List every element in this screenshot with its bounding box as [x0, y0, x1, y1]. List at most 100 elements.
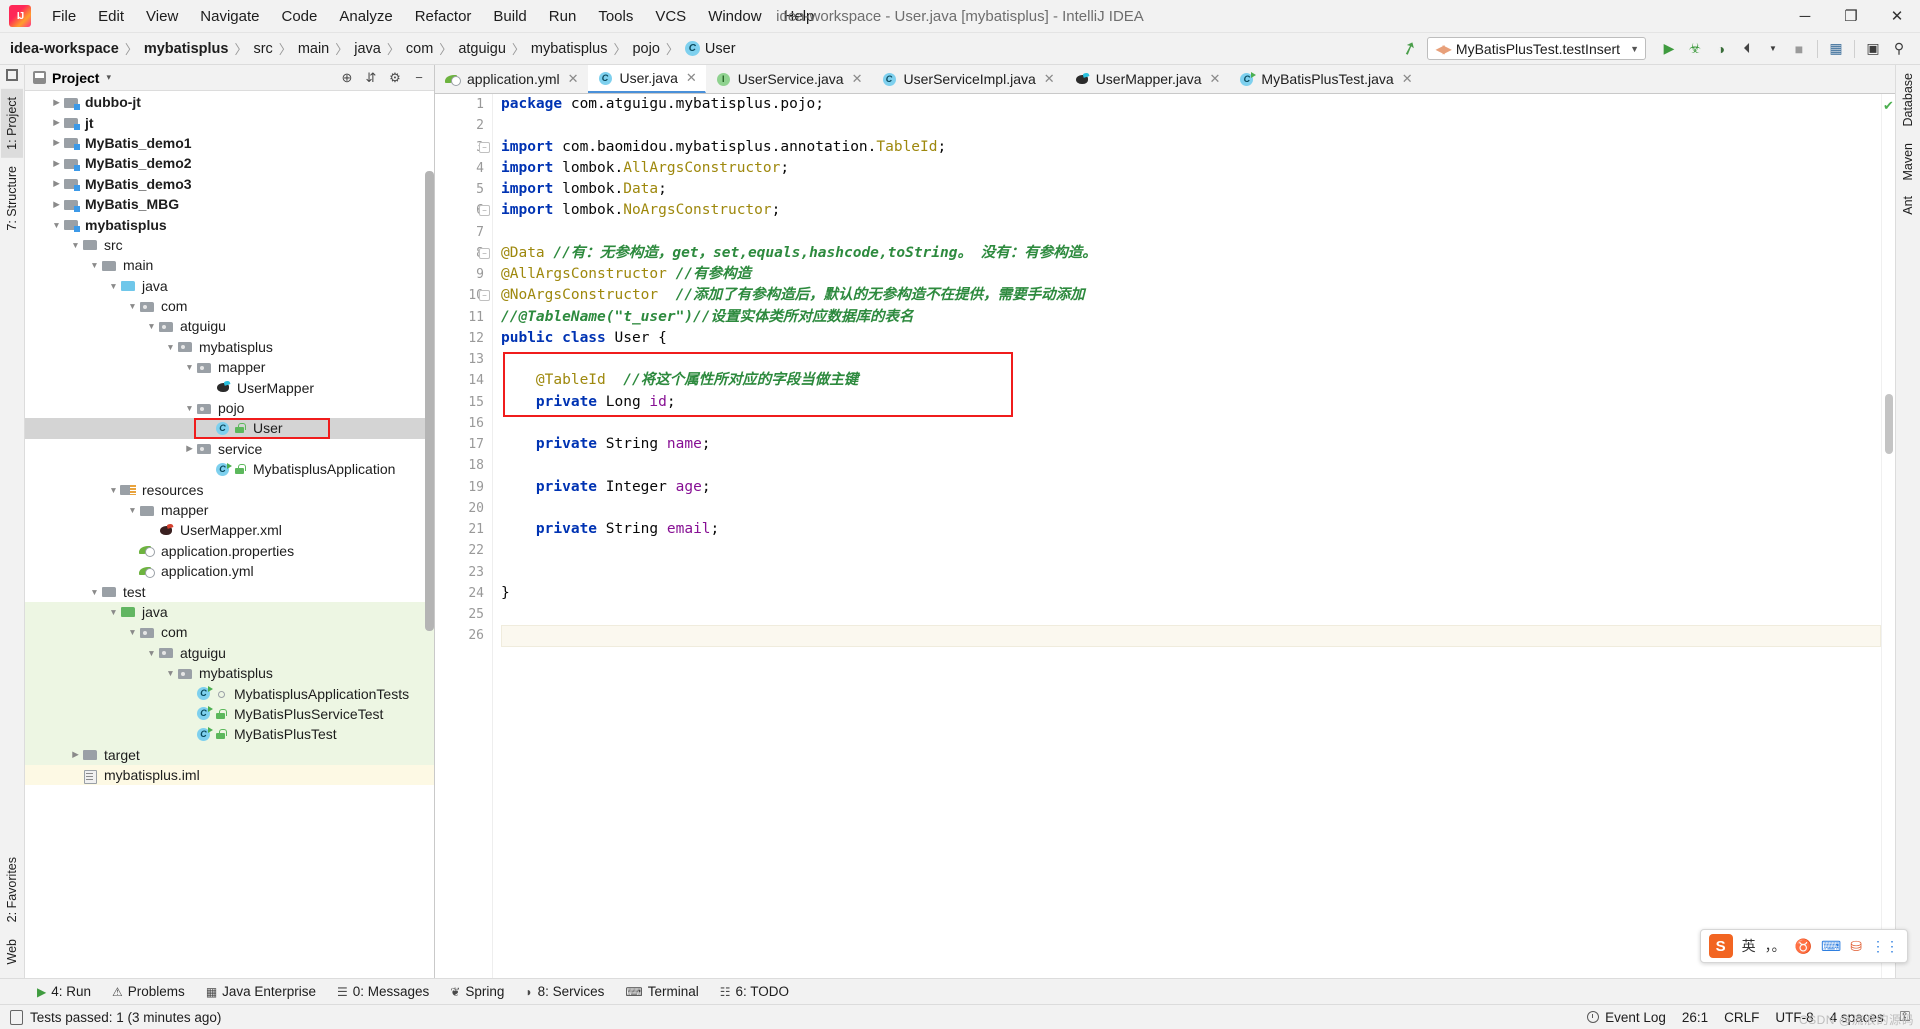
build-hammer-icon[interactable]: ➚	[1390, 33, 1430, 65]
bottom-tool-6-todo[interactable]: ☷ 6: TODO	[711, 982, 798, 1001]
code-fold-icon[interactable]: −	[479, 205, 490, 217]
bottom-tool-8-services[interactable]: ◗ 8: Services	[516, 982, 613, 1001]
chevron-right-icon[interactable]	[183, 443, 196, 454]
menu-item-navigate[interactable]: Navigate	[189, 5, 270, 28]
select-opened-file-icon[interactable]: ▣	[1860, 37, 1886, 61]
tree-node-mybatis-demo3[interactable]: MyBatis_demo3	[25, 174, 434, 194]
tree-node-resources[interactable]: resources	[25, 479, 434, 499]
chevron-down-icon[interactable]	[183, 403, 196, 413]
maximize-button[interactable]: ❐	[1828, 0, 1874, 33]
run-configuration-selector[interactable]: ◀▶ MyBatisPlusTest.testInsert ▼	[1427, 37, 1646, 60]
tree-node-jt[interactable]: jt	[25, 112, 434, 132]
sidebar-item-maven[interactable]: Maven	[1897, 135, 1919, 189]
bottom-tool-terminal[interactable]: ⌨ Terminal	[616, 982, 707, 1001]
sidebar-item-ant[interactable]: Ant	[1897, 188, 1919, 223]
breadcrumb-item-main[interactable]: main	[298, 41, 329, 57]
editor-tab-usermapper-java[interactable]: UserMapper.java ✕	[1064, 65, 1230, 93]
menu-item-window[interactable]: Window	[697, 5, 772, 28]
tree-node-mapper[interactable]: mapper	[25, 500, 434, 520]
menu-item-tools[interactable]: Tools	[587, 5, 644, 28]
breadcrumb-item-pojo[interactable]: pojo	[632, 41, 659, 57]
profiler-button[interactable]: ⏴	[1734, 37, 1760, 61]
run-button[interactable]: ▶	[1656, 37, 1682, 61]
tree-node-java[interactable]: java	[25, 276, 434, 296]
chevron-down-icon[interactable]	[107, 281, 120, 291]
tree-node-atguigu[interactable]: atguigu	[25, 642, 434, 663]
tree-node-service[interactable]: service	[25, 439, 434, 459]
event-log-button[interactable]: Event Log	[1587, 1010, 1666, 1025]
tree-node-pojo[interactable]: pojo	[25, 398, 434, 418]
tree-node-usermapper[interactable]: UserMapper	[25, 377, 434, 397]
tree-node-mybatisplustest[interactable]: MyBatisPlusTest	[25, 724, 434, 745]
chevron-down-icon[interactable]	[145, 321, 158, 331]
close-icon[interactable]: ✕	[852, 71, 863, 87]
breadcrumb-item-com[interactable]: com	[406, 41, 433, 57]
tree-node-mybatis-demo1[interactable]: MyBatis_demo1	[25, 133, 434, 153]
close-icon[interactable]: ✕	[1210, 71, 1221, 87]
code-line[interactable]: import lombok.NoArgsConstructor;	[501, 200, 1881, 221]
chevron-down-icon[interactable]	[145, 648, 158, 658]
chevron-down-icon[interactable]	[183, 362, 196, 372]
chevron-right-icon[interactable]	[69, 749, 82, 760]
tree-node-mybatisplus[interactable]: mybatisplus	[25, 662, 434, 684]
code-line[interactable]	[501, 349, 1881, 370]
chevron-right-icon[interactable]	[50, 137, 63, 148]
tree-node-mybatisplus[interactable]: mybatisplus	[25, 337, 434, 357]
code-line[interactable]: package com.atguigu.mybatisplus.pojo;	[501, 94, 1881, 115]
sidebar-item-database[interactable]: Database	[1897, 65, 1919, 135]
menu-item-file[interactable]: File	[41, 5, 87, 28]
close-button[interactable]: ✕	[1874, 0, 1920, 33]
project-tree[interactable]: dubbo-jt jt MyBatis_demo1 MyBatis_demo2 MyBa…	[25, 91, 434, 978]
close-icon[interactable]: ✕	[568, 71, 579, 87]
code-content[interactable]: package com.atguigu.mybatisplus.pojo; im…	[493, 94, 1881, 978]
stop-button[interactable]: ■	[1786, 37, 1812, 61]
code-line[interactable]	[501, 625, 1881, 647]
chevron-down-icon[interactable]	[107, 607, 120, 617]
tree-node-mybatisplusservicetest[interactable]: MyBatisPlusServiceTest	[25, 703, 434, 725]
chevron-right-icon[interactable]	[50, 117, 63, 128]
tree-node-application-yml[interactable]: application.yml	[25, 561, 434, 581]
bottom-tool-spring[interactable]: ❦ Spring	[441, 982, 513, 1001]
tree-node-src[interactable]: src	[25, 235, 434, 255]
tree-node-atguigu[interactable]: atguigu	[25, 316, 434, 336]
code-line[interactable]	[501, 540, 1881, 561]
close-icon[interactable]: ✕	[686, 70, 697, 86]
editor-tab-application-yml[interactable]: application.yml ✕	[435, 65, 588, 93]
sidebar-item-project[interactable]: 1: Project	[1, 89, 23, 158]
locate-icon[interactable]: ⊕	[336, 67, 358, 89]
editor-tab-user-java[interactable]: User.java ✕	[587, 65, 706, 93]
tree-node-com[interactable]: com	[25, 622, 434, 643]
code-line[interactable]: private String email;	[501, 519, 1881, 540]
menu-item-refactor[interactable]: Refactor	[404, 5, 483, 28]
menu-item-code[interactable]: Code	[270, 5, 328, 28]
chevron-down-icon[interactable]	[50, 220, 63, 230]
close-icon[interactable]: ✕	[1044, 71, 1055, 87]
code-line[interactable]: @TableId //将这个属性所对应的字段当做主键	[501, 370, 1881, 391]
caret-position[interactable]: 26:1	[1682, 1010, 1708, 1025]
code-line[interactable]: import com.baomidou.mybatisplus.annotati…	[501, 137, 1881, 158]
breadcrumb-item-idea-workspace[interactable]: idea-workspace	[10, 41, 119, 57]
search-everywhere-icon[interactable]: ⚲	[1886, 37, 1912, 61]
run-with-coverage-button[interactable]: ◑	[1708, 37, 1734, 61]
tree-node-mybatis-demo2[interactable]: MyBatis_demo2	[25, 153, 434, 173]
code-line[interactable]: import lombok.Data;	[501, 179, 1881, 200]
menu-item-edit[interactable]: Edit	[87, 5, 135, 28]
breadcrumb-item-mybatisplus[interactable]: mybatisplus	[144, 41, 229, 57]
tree-node-test[interactable]: test	[25, 581, 434, 601]
tree-node-mybatisplusapplicationtests[interactable]: MybatisplusApplicationTests	[25, 683, 434, 704]
code-line[interactable]	[501, 455, 1881, 476]
menu-item-vcs[interactable]: VCS	[644, 5, 697, 28]
code-editor[interactable]: 123−456−78−910−1112131415161718192021222…	[435, 94, 1895, 978]
breadcrumb-item-atguigu[interactable]: atguigu	[458, 41, 506, 57]
tree-node-mybatisplus-iml[interactable]: mybatisplus.iml	[25, 764, 434, 786]
tree-node-mybatisplus[interactable]: mybatisplus	[25, 214, 434, 234]
chevron-down-icon[interactable]	[107, 485, 120, 495]
sidebar-item-structure[interactable]: 7: Structure	[1, 158, 23, 239]
chevron-down-icon[interactable]	[164, 342, 177, 352]
sidebar-item-favorites[interactable]: 2: Favorites	[1, 849, 23, 930]
chevron-right-icon[interactable]	[50, 178, 63, 189]
line-separator[interactable]: CRLF	[1724, 1010, 1759, 1025]
sogou-logo-icon[interactable]: S	[1708, 934, 1733, 958]
collapse-all-icon[interactable]: ⇵	[360, 67, 382, 89]
breadcrumb-item-src[interactable]: src	[253, 41, 272, 57]
